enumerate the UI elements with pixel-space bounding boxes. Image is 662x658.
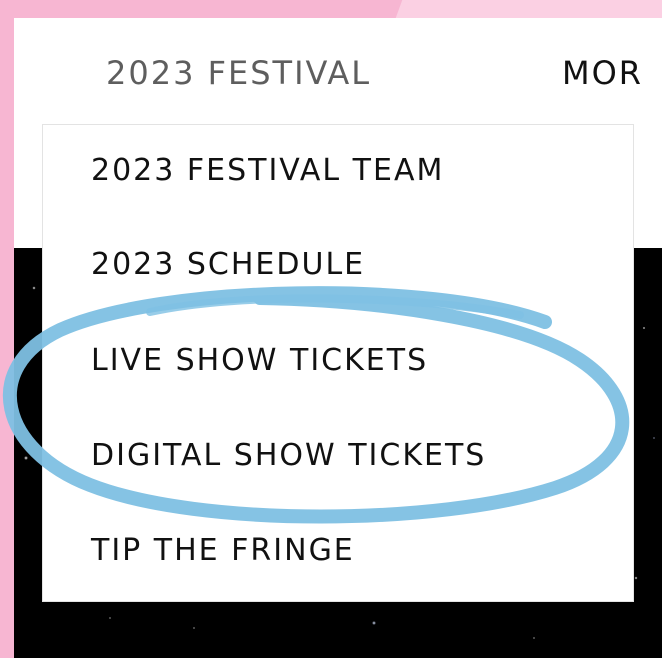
menu-item-live-show-tickets[interactable]: LIVE SHOW TICKETS	[91, 343, 428, 378]
nav-item-2023-festival[interactable]: 2023 FESTIVAL	[106, 54, 371, 92]
menu-item-festival-team[interactable]: 2023 FESTIVAL TEAM	[91, 153, 444, 188]
menu-item-tip-the-fringe[interactable]: TIP THE FRINGE	[91, 533, 355, 568]
website-screenshot: 2023 FESTIVAL MOR 2023 FESTIVAL TEAM 202…	[14, 18, 662, 658]
festival-dropdown-menu: 2023 FESTIVAL TEAM 2023 SCHEDULE LIVE SH…	[42, 124, 634, 602]
menu-item-digital-show-tickets[interactable]: DIGITAL SHOW TICKETS	[91, 438, 486, 473]
nav-item-more[interactable]: MOR	[562, 54, 643, 92]
top-navigation: 2023 FESTIVAL MOR	[14, 18, 662, 123]
menu-item-schedule[interactable]: 2023 SCHEDULE	[91, 247, 365, 282]
